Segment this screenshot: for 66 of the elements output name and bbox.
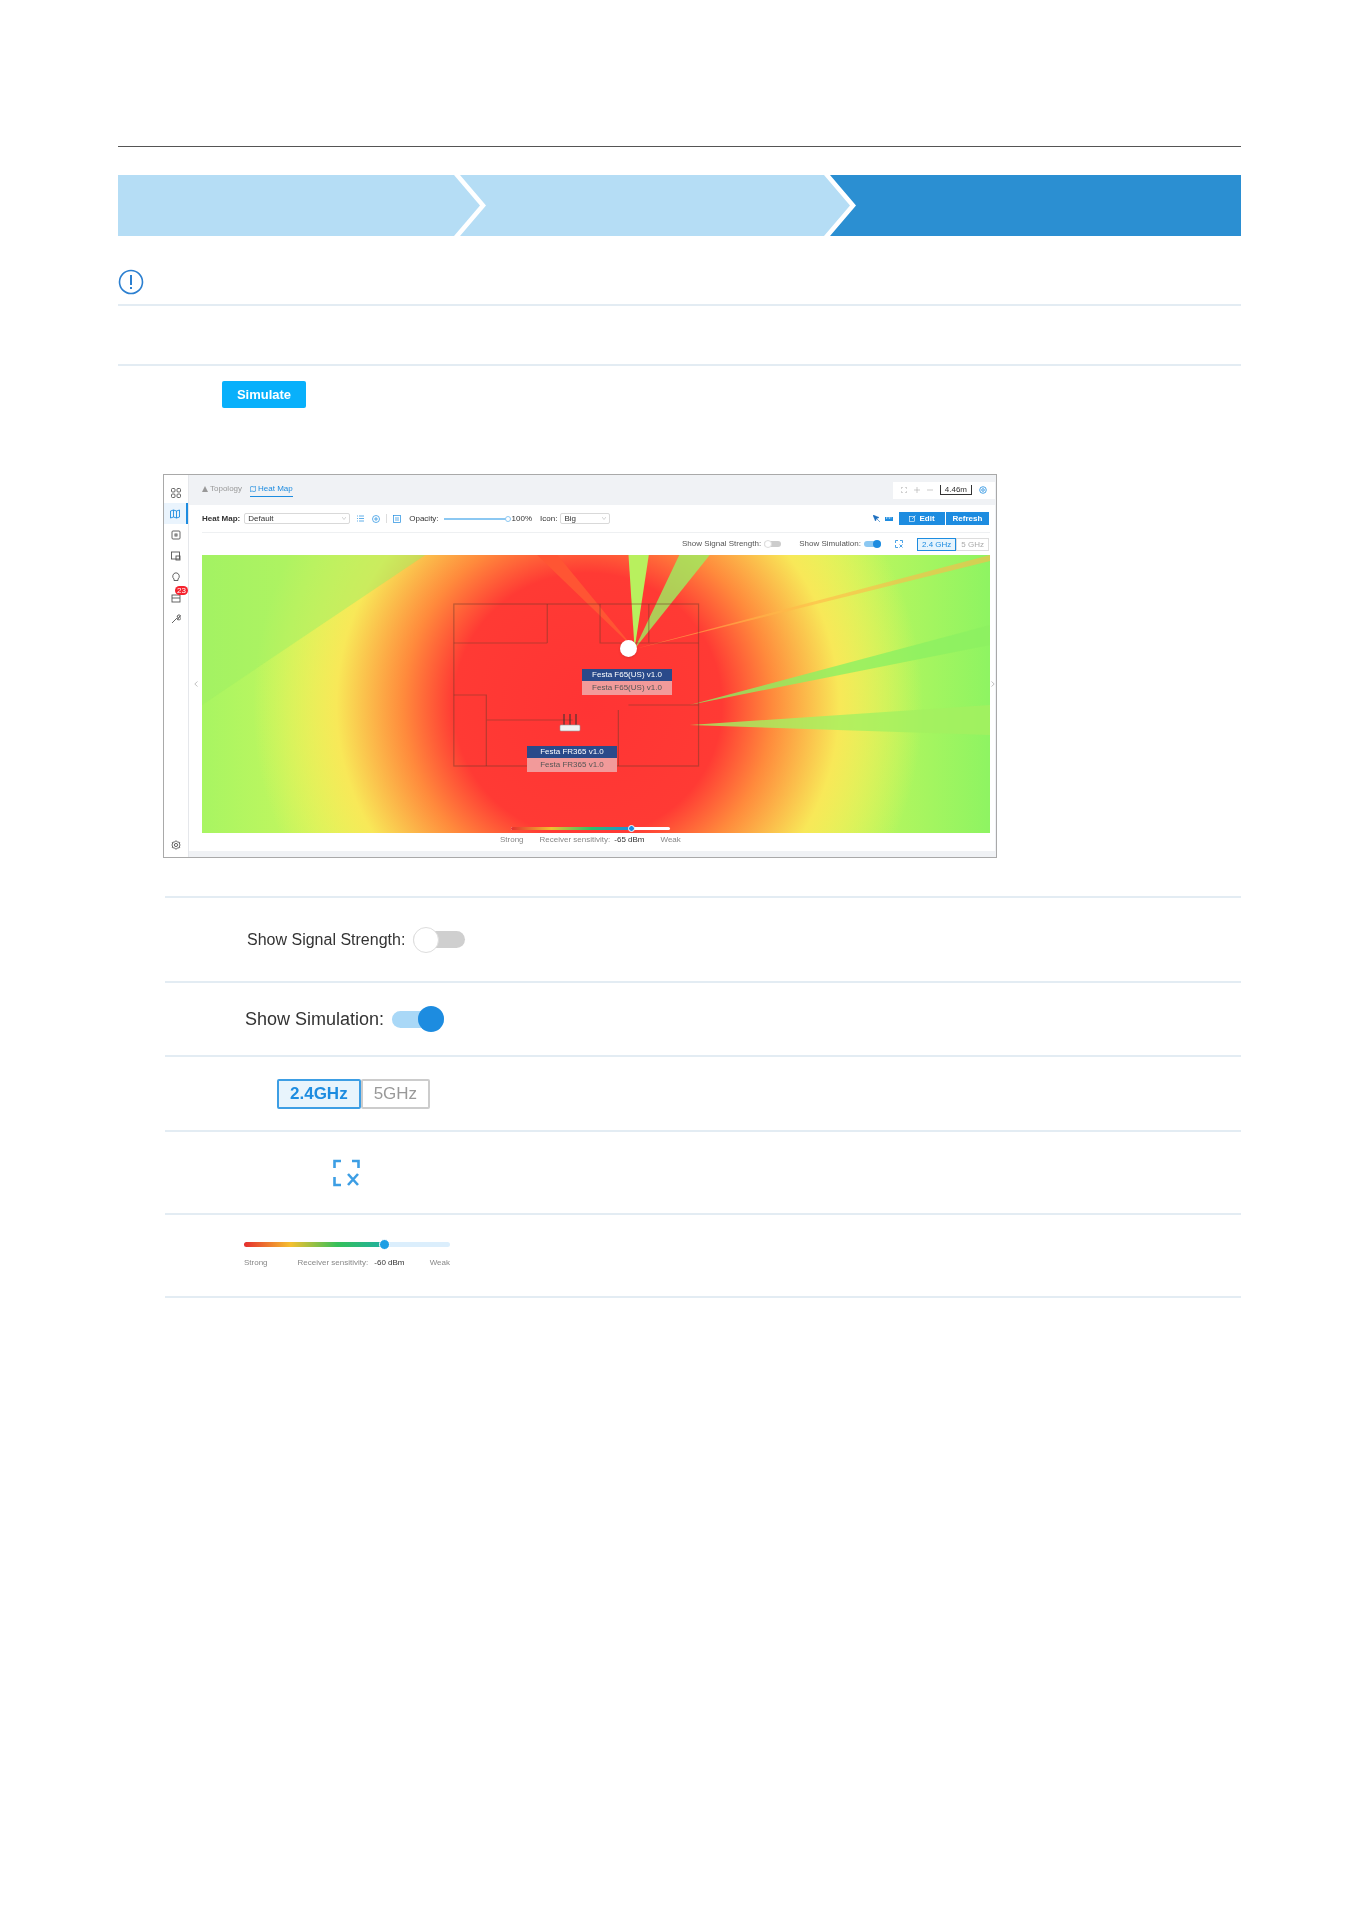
strong-label: Strong	[244, 1257, 268, 1269]
simulate-button[interactable]: Simulate	[222, 381, 306, 408]
monitor-icon	[171, 550, 181, 561]
router-icon[interactable]	[559, 714, 581, 732]
field-label: Opacity:	[409, 512, 439, 525]
sensitivity-slider[interactable]	[511, 827, 670, 830]
cursor-icon[interactable]	[873, 515, 880, 522]
icon-size-select[interactable]: Big	[560, 513, 611, 524]
add-circle-icon[interactable]	[372, 514, 381, 523]
band-tab[interactable]: 2.4GHz	[277, 1078, 361, 1109]
weak-label: Weak	[429, 1257, 450, 1269]
clear-selection-icon[interactable]	[895, 540, 903, 548]
settings-icon[interactable]	[171, 840, 181, 850]
field-label: Heat Map:	[202, 512, 241, 525]
tab[interactable]: Heat Map	[250, 483, 293, 497]
heat-map-select[interactable]: Default	[244, 513, 351, 524]
field-label: Icon:	[540, 512, 558, 525]
map-icon	[170, 508, 180, 519]
map-scale: 4.46m	[939, 485, 972, 495]
ruler-icon[interactable]	[885, 515, 893, 522]
edit-button[interactable]: Edit	[899, 512, 945, 525]
fullscreen-icon[interactable]	[900, 487, 907, 493]
inbox-icon	[171, 592, 181, 603]
sensitivity-value: -60 dBm	[374, 1257, 405, 1269]
chevron-left-icon[interactable]	[194, 681, 198, 687]
apps-icon	[171, 487, 181, 498]
list-icon[interactable]	[357, 515, 365, 522]
opacity-value: 100%	[511, 512, 533, 525]
chevron-right-icon[interactable]	[991, 681, 995, 687]
device-name: Festa FR365 v1.0	[527, 746, 617, 758]
clear-selection-icon[interactable]	[333, 1158, 360, 1187]
device-model: Festa F65(US) v1.0	[582, 681, 672, 695]
toggle-label: Show Simulation:	[245, 1007, 385, 1031]
weak-label: Weak	[660, 834, 681, 846]
sensitivity-value: -65 dBm	[614, 834, 645, 846]
sidebar-item[interactable]	[164, 503, 188, 524]
band-tab[interactable]: 5GHz	[360, 1078, 431, 1109]
toggle-label: Show Signal Strength:	[682, 538, 762, 550]
toggle-label: Show Simulation:	[799, 538, 861, 550]
notification-badge: 23	[175, 586, 188, 595]
edit-icon	[909, 515, 917, 522]
zoom-in-icon[interactable]	[913, 487, 920, 493]
map-icon	[250, 486, 257, 492]
info-icon	[118, 269, 144, 295]
slider-thumb[interactable]	[504, 515, 511, 522]
toggle-switch[interactable]	[764, 540, 782, 548]
band-tab[interactable]: 5 GHz	[956, 537, 989, 551]
tab[interactable]: Topology	[202, 483, 243, 497]
sensitivity-label: Receiver sensitivity:	[297, 1257, 369, 1269]
band-tab[interactable]: 2.4 GHz	[917, 537, 957, 551]
layout-icon[interactable]	[393, 514, 402, 523]
toggle-switch[interactable]	[864, 540, 881, 548]
toggle-label: Show Signal Strength:	[247, 929, 406, 950]
device-model: Festa FR365 v1.0	[527, 758, 617, 772]
device-name: Festa F65(US) v1.0	[582, 669, 672, 681]
strong-label: Strong	[500, 834, 524, 846]
toggle-switch[interactable]	[413, 926, 466, 953]
sensitivity-slider[interactable]	[244, 1242, 450, 1247]
device-icon	[171, 529, 181, 540]
topology-icon	[202, 486, 208, 492]
wrench-icon	[171, 613, 181, 624]
sensitivity-label: Receiver sensitivity:	[539, 834, 611, 846]
opacity-slider[interactable]	[443, 517, 508, 520]
sidebar-item[interactable]: 23	[164, 587, 188, 608]
refresh-button[interactable]: Refresh	[946, 512, 989, 525]
toggle-switch[interactable]	[392, 1006, 445, 1032]
